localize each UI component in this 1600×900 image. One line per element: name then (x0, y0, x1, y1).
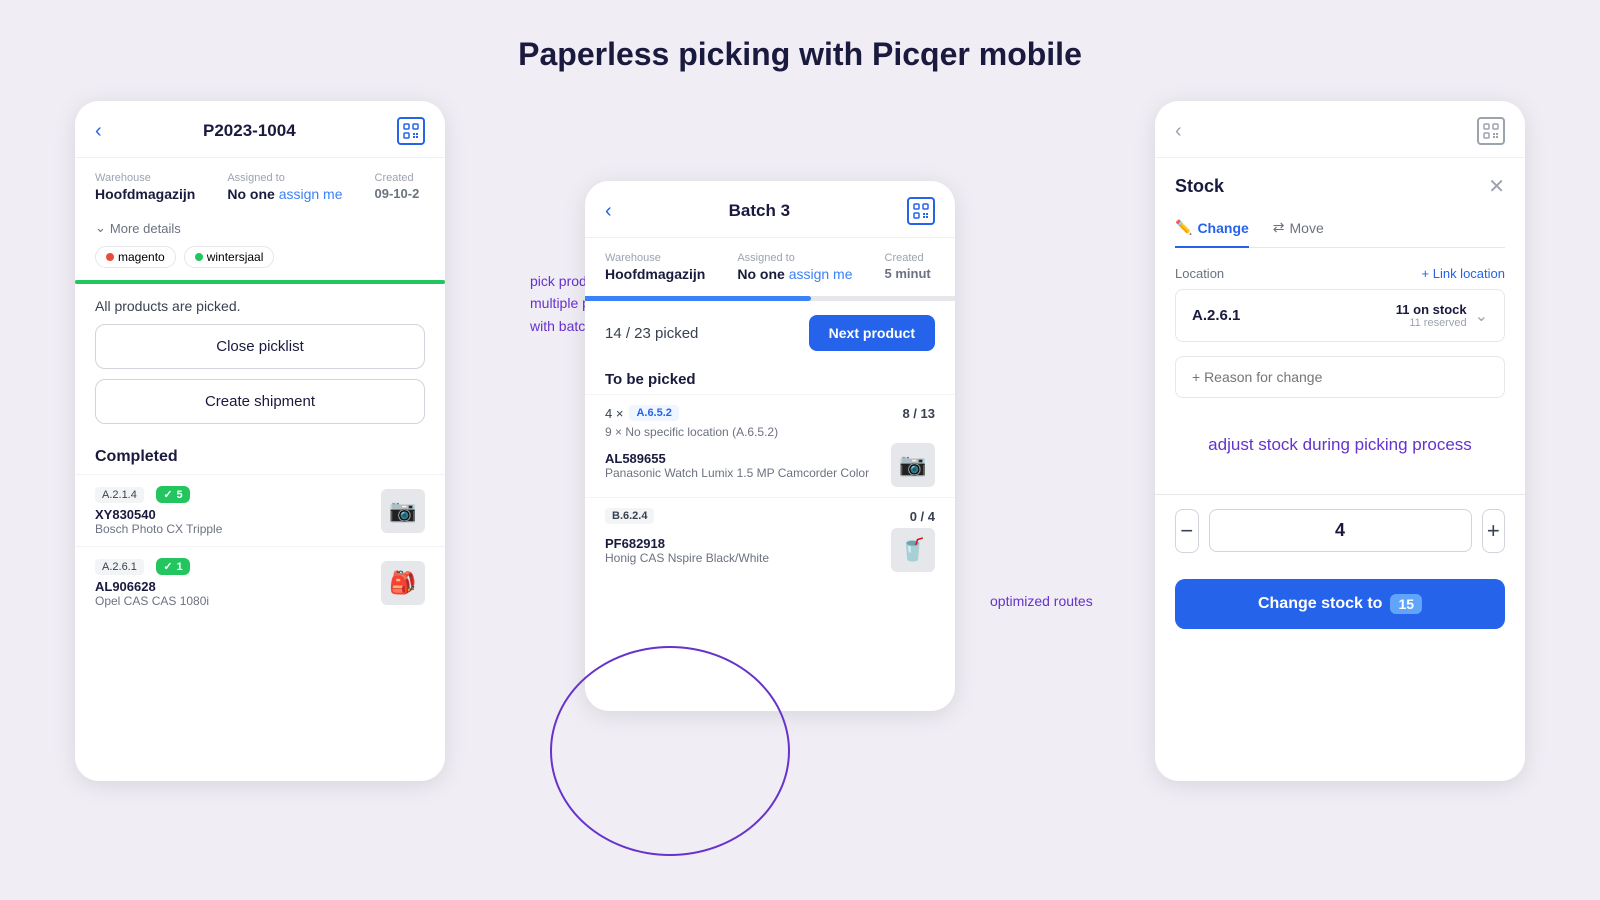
batch-item-1-location: A.6.5.2 (629, 405, 678, 421)
batch-item-2-location: B.6.2.4 (605, 508, 654, 524)
stock-divider (1155, 494, 1525, 495)
left-phone: ‹ P2023-1004 Warehouse Hoofdmagazijn (75, 101, 445, 781)
batch-created-value: 5 minut (885, 266, 931, 281)
scan-icon-right[interactable] (1477, 117, 1505, 145)
reason-input[interactable] (1175, 356, 1505, 398)
assign-me-link-middle[interactable]: assign me (789, 266, 853, 282)
close-stock-button[interactable]: ✕ (1488, 174, 1505, 199)
batch-warehouse-label: Warehouse (605, 252, 705, 264)
left-phone-header: ‹ P2023-1004 (75, 101, 445, 158)
link-location-btn[interactable]: + Link location (1422, 266, 1505, 281)
created-value: 09-10-2 (375, 186, 420, 201)
left-phone-meta: Warehouse Hoofdmagazijn Assigned to No o… (75, 158, 445, 216)
batch-item-1-sku: AL589655 (605, 451, 869, 466)
batch-assigned-label: Assigned to (737, 252, 852, 264)
batch-item-1: 4 × A.6.5.2 8 / 13 9 × No specific locat… (585, 394, 955, 497)
annotation-routes: optimized routes (990, 591, 1093, 613)
change-stock-badge: 15 (1390, 594, 1422, 614)
batch-item-2-sku: PF682918 (605, 536, 769, 551)
qty-decrease-button[interactable]: − (1175, 509, 1199, 553)
change-stock-button[interactable]: Change stock to 15 (1175, 579, 1505, 629)
scan-icon-left[interactable] (397, 117, 425, 145)
product-name-2: Opel CAS CAS 1080i (95, 594, 209, 608)
change-stock-section: Change stock to 15 (1155, 579, 1525, 649)
adjust-stock-annotation: adjust stock during picking process (1175, 412, 1505, 468)
middle-phone-header: ‹ Batch 3 (585, 181, 955, 238)
scan-icon-middle[interactable] (907, 197, 935, 225)
product-sku-1: XY830540 (95, 507, 222, 522)
close-picklist-button[interactable]: Close picklist (95, 324, 425, 369)
qty-increase-button[interactable]: + (1482, 509, 1506, 553)
tags-container: magento wintersjaal (75, 246, 445, 280)
batch-item-2-count: 0 / 4 (910, 509, 935, 524)
batch-item-2: B.6.2.4 0 / 4 PF682918 Honig CAS Nspire … (585, 497, 955, 582)
location-label: Location (1175, 266, 1224, 281)
created-label: Created (375, 172, 420, 184)
right-phone: ‹ AL906628 Stock ✕ (1155, 101, 1525, 781)
batch-item-1-count: 8 / 13 (902, 406, 935, 421)
product-row-2: A.2.6.1 ✓ 1 AL906628 Opel CAS CAS 1080i … (75, 546, 445, 618)
stock-tabs: ✏️ Change ⇄ Move (1175, 213, 1505, 248)
location-row: Location + Link location (1175, 266, 1505, 281)
page-title: Paperless picking with Picqer mobile (0, 0, 1600, 101)
reserved-value: 11 reserved (1396, 317, 1467, 329)
tab-change[interactable]: ✏️ Change (1175, 213, 1249, 248)
product-location-2: A.2.6.1 (95, 559, 144, 575)
pick-counter: 14 / 23 picked Next product (585, 301, 955, 361)
chevron-down-icon: ⌄ (1475, 306, 1488, 326)
on-stock-value: 11 on stock (1396, 302, 1467, 317)
more-details-toggle[interactable]: ⌄ More details (75, 216, 445, 246)
middle-phone: ‹ Batch 3 Warehouse Hoofdmagazijn (585, 181, 955, 711)
product-sku-2: AL906628 (95, 579, 209, 594)
batch-item-1-desc: Panasonic Watch Lumix 1.5 MP Camcorder C… (605, 466, 869, 480)
batch-item-1-sub: 9 × No specific location (A.6.5.2) (605, 425, 935, 439)
assigned-label: Assigned to (227, 172, 342, 184)
pencil-icon: ✏️ (1175, 219, 1192, 236)
right-phone-header: ‹ AL906628 (1155, 101, 1525, 158)
back-button-right[interactable]: ‹ (1175, 120, 1182, 143)
left-phone-title: P2023-1004 (203, 121, 296, 141)
tag-magento: magento (95, 246, 176, 268)
warehouse-value: Hoofdmagazijn (95, 186, 195, 202)
qty-row: − + (1175, 509, 1505, 553)
product-name-1: Bosch Photo CX Tripple (95, 522, 222, 536)
stock-panel: Stock ✕ ✏️ Change ⇄ Move Location + Link… (1155, 158, 1525, 484)
stock-title: Stock (1175, 176, 1224, 197)
pick-count-text: 14 / 23 picked (605, 325, 698, 342)
next-product-button[interactable]: Next product (809, 315, 935, 351)
completed-title: Completed (75, 434, 445, 474)
assigned-value: No one assign me (227, 186, 342, 202)
middle-phone-meta: Warehouse Hoofdmagazijn Assigned to No o… (585, 238, 955, 296)
product-row-1: A.2.1.4 ✓ 5 XY830540 Bosch Photo CX Trip… (75, 474, 445, 546)
qty-input[interactable] (1209, 509, 1472, 552)
qty-row-section: − + (1155, 509, 1525, 579)
location-select[interactable]: A.2.6.1 11 on stock 11 reserved ⌄ (1175, 289, 1505, 342)
tag-wintersjaal: wintersjaal (184, 246, 275, 268)
back-button-left[interactable]: ‹ (95, 120, 102, 143)
batch-item-1-img: 📷 (891, 443, 935, 487)
batch-created-label: Created (885, 252, 931, 264)
batch-item-2-desc: Honig CAS Nspire Black/White (605, 551, 769, 565)
product-img-2: 🎒 (381, 561, 425, 605)
batch-assigned-value: No one assign me (737, 266, 852, 282)
location-name: A.2.6.1 (1192, 307, 1240, 324)
product-img-1: 📷 (381, 489, 425, 533)
batch-warehouse-value: Hoofdmagazijn (605, 266, 705, 282)
warehouse-label: Warehouse (95, 172, 195, 184)
tab-move[interactable]: ⇄ Move (1273, 213, 1324, 248)
middle-phone-title: Batch 3 (729, 201, 790, 221)
all-picked-msg: All products are picked. (75, 284, 445, 324)
product-location-1: A.2.1.4 (95, 487, 144, 503)
create-shipment-button[interactable]: Create shipment (95, 379, 425, 424)
batch-item-1-qty: 4 × (605, 406, 623, 421)
back-button-middle[interactable]: ‹ (605, 200, 612, 223)
move-icon: ⇄ (1273, 219, 1285, 236)
batch-item-2-img: 🥤 (891, 528, 935, 572)
to-be-picked-title: To be picked (585, 361, 955, 394)
phones-container: ‹ P2023-1004 Warehouse Hoofdmagazijn (0, 101, 1600, 781)
right-phone-title: AL906628 (1290, 121, 1369, 141)
assign-me-link-left[interactable]: assign me (279, 186, 343, 202)
